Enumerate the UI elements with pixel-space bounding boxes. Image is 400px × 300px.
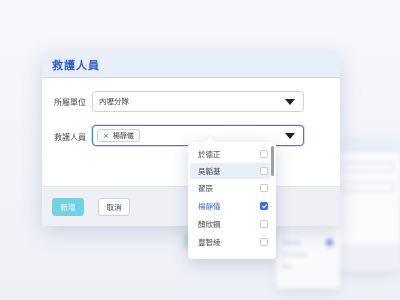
background-list-item: Feng bbox=[282, 264, 292, 269]
chevron-down-icon[interactable] bbox=[285, 132, 295, 139]
dropdown-option[interactable]: 翟辰 bbox=[190, 180, 270, 196]
background-list: Yang Jing Yan Xingang Feng bbox=[276, 222, 340, 288]
background-card-field bbox=[342, 162, 394, 172]
add-button[interactable]: 新增 bbox=[52, 198, 84, 216]
background-card-header bbox=[336, 140, 400, 152]
dropdown-option[interactable]: 豐智綾 bbox=[190, 234, 270, 250]
unit-select[interactable]: 內壢分隊 bbox=[92, 91, 304, 112]
option-label: 翟辰 bbox=[198, 183, 213, 193]
selected-tag: × 楊靜儀 bbox=[97, 129, 140, 142]
checkbox[interactable] bbox=[260, 167, 268, 175]
checkbox[interactable] bbox=[260, 238, 268, 246]
dropdown-option[interactable]: 吳韜基 bbox=[190, 163, 270, 179]
dropdown-scrollbar[interactable] bbox=[271, 146, 274, 176]
background-list-item: Yang Jing bbox=[282, 240, 301, 245]
checkbox-checked[interactable] bbox=[260, 202, 268, 210]
personnel-label: 救護人員 bbox=[54, 133, 86, 142]
background-card-footer bbox=[336, 244, 400, 270]
personnel-dropdown: 於德正 吳韜基 翟辰 楊靜儀 顏欣鋼 豐智綾 bbox=[188, 142, 276, 259]
option-label: 顏欣鋼 bbox=[198, 219, 221, 229]
unit-label: 所屬單位 bbox=[54, 98, 86, 107]
unit-select-value: 內壢分隊 bbox=[99, 97, 129, 106]
checkbox[interactable] bbox=[260, 184, 268, 192]
tag-label: 楊靜儀 bbox=[112, 131, 134, 140]
dropdown-option[interactable]: 顏欣鋼 bbox=[190, 216, 270, 232]
modal-title: 救護人員 bbox=[52, 58, 100, 72]
chevron-down-icon[interactable] bbox=[285, 98, 295, 105]
dropdown-option[interactable]: 楊靜儀 bbox=[190, 198, 270, 214]
cancel-button[interactable]: 取消 bbox=[98, 198, 130, 216]
background-card-field bbox=[342, 182, 394, 192]
dropdown-option[interactable]: 於德正 bbox=[190, 146, 270, 162]
close-icon[interactable]: × bbox=[103, 132, 109, 140]
background-card bbox=[336, 140, 400, 270]
background-list-item: Yan Xingang bbox=[282, 252, 307, 257]
modal-header: 救護人員 bbox=[42, 52, 340, 78]
option-label: 豐智綾 bbox=[198, 237, 221, 247]
checkbox[interactable] bbox=[260, 220, 268, 228]
option-label: 吳韜基 bbox=[198, 166, 221, 176]
background-check-icon bbox=[326, 239, 333, 246]
option-label: 楊靜儀 bbox=[198, 201, 221, 211]
checkbox[interactable] bbox=[260, 150, 268, 158]
option-label: 於德正 bbox=[198, 149, 221, 159]
